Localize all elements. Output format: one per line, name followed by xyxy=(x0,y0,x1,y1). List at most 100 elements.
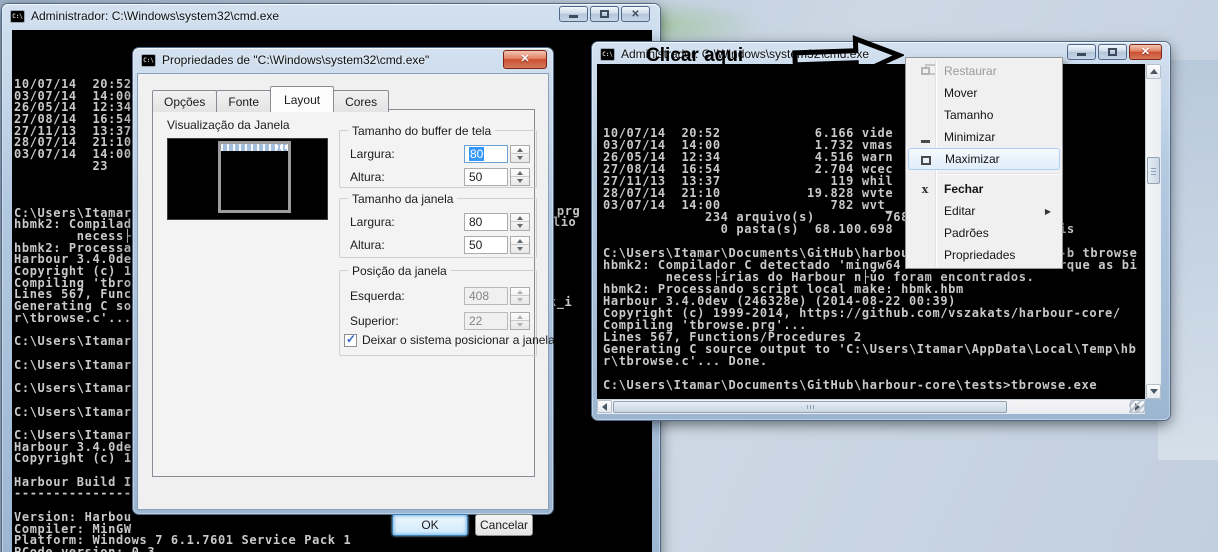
miniature-buttons xyxy=(275,145,287,149)
dialog-title: Propriedades de "C:\Windows\system32\cmd… xyxy=(162,53,430,67)
checkbox-label: Deixar o sistema posicionar a janela xyxy=(362,333,555,347)
dialog-close-button[interactable]: ✕ xyxy=(503,50,547,69)
window-height-input[interactable]: 50 xyxy=(464,236,508,254)
spin-up-icon xyxy=(511,288,529,296)
menu-separator xyxy=(939,173,1058,175)
console-text-fragment: rque as bi xyxy=(1059,258,1138,272)
menu-item-restaurar: Restaurar xyxy=(908,60,1060,82)
minimize-icon xyxy=(1077,53,1086,56)
menu-item-minimizar[interactable]: Minimizar xyxy=(908,126,1060,148)
restore-icon xyxy=(917,60,937,82)
tab-opcoes[interactable]: Opções xyxy=(152,90,218,112)
arrow-down-icon xyxy=(1149,389,1158,394)
window-preview-miniature xyxy=(218,141,291,213)
horizontal-scrollbar-thumb[interactable] xyxy=(613,401,1007,413)
spin-down-icon[interactable] xyxy=(511,222,529,230)
minimize-button[interactable] xyxy=(1067,44,1096,60)
close-icon: ✕ xyxy=(520,53,530,65)
menu-item-padroes[interactable]: Padrões xyxy=(908,222,1060,244)
ok-button[interactable]: OK xyxy=(392,514,468,536)
window-preview xyxy=(167,138,328,220)
group-window-position: Posição da janela Esquerda: 408 Superior… xyxy=(339,264,555,356)
auto-position-checkbox[interactable]: ✓ xyxy=(344,331,357,347)
close-button[interactable]: ✕ xyxy=(621,6,650,22)
tab-fonte[interactable]: Fonte xyxy=(216,90,272,112)
menu-item-mover[interactable]: Mover xyxy=(908,82,1060,104)
properties-dialog: C:\ Propriedades de "C:\Windows\system32… xyxy=(133,48,555,536)
menu-item-propriedades[interactable]: Propriedades xyxy=(908,244,1060,266)
tab-layout[interactable]: Layout xyxy=(270,86,335,112)
minimize-button[interactable] xyxy=(559,6,588,22)
buffer-width-input[interactable]: 80 xyxy=(464,145,508,163)
spin-down-icon xyxy=(511,296,529,304)
maximize-icon xyxy=(1108,48,1117,56)
preview-label: Visualização da Janela xyxy=(167,118,290,132)
close-button[interactable]: ✕ xyxy=(1129,44,1162,60)
menu-item-fechar[interactable]: x Fechar xyxy=(908,178,1060,200)
tab-cores[interactable]: Cores xyxy=(333,90,390,112)
group-title: Tamanho do buffer de tela xyxy=(348,124,496,138)
close-icon: ✕ xyxy=(1140,45,1151,58)
miniature-titlebar xyxy=(221,144,288,151)
resize-grip[interactable] xyxy=(1129,400,1144,413)
annotation-label: Clicar aqui xyxy=(646,45,744,66)
layout-tab-panel: Visualização da Janela Tamanho do buffer… xyxy=(152,109,555,477)
desktop: { "annotation": { "label": "Clicar aqui"… xyxy=(0,0,1218,552)
position-top-input: 22 xyxy=(464,312,508,330)
dialog-tabs: Opções Fonte Layout Cores xyxy=(152,86,390,112)
cmd-icon: C:\ xyxy=(141,53,156,67)
spin-up-icon xyxy=(511,313,529,321)
left-window-title: Administrador: C:\Windows\system32\cmd.e… xyxy=(31,9,280,23)
cmd-window-foreground: C:\ Administrador: C:\Windows\system32\c… xyxy=(592,42,1170,420)
buffer-width-stepper[interactable] xyxy=(510,145,530,163)
spin-up-icon[interactable] xyxy=(511,237,529,245)
dialog-body: Opções Fonte Layout Cores Visualização d… xyxy=(137,73,555,536)
field-label: Superior: xyxy=(350,314,399,328)
vertical-scrollbar-thumb[interactable] xyxy=(1147,157,1160,184)
buffer-height-stepper[interactable] xyxy=(510,168,530,186)
group-title: Tamanho da janela xyxy=(348,192,458,206)
spin-down-icon[interactable] xyxy=(511,177,529,185)
minimize-icon xyxy=(569,15,578,18)
cancel-button[interactable]: Cancelar xyxy=(475,514,533,536)
right-window-caption-buttons: ✕ xyxy=(1067,44,1162,60)
spin-up-icon[interactable] xyxy=(511,169,529,177)
maximize-icon xyxy=(918,149,934,171)
menu-item-maximizar[interactable]: Maximizar xyxy=(908,148,1060,170)
window-width-stepper[interactable] xyxy=(510,213,530,231)
menu-item-tamanho[interactable]: Tamanho xyxy=(908,104,1060,126)
vertical-scrollbar[interactable] xyxy=(1145,64,1161,399)
maximize-button[interactable] xyxy=(590,6,619,22)
position-top-stepper xyxy=(510,312,530,330)
close-icon: x xyxy=(921,182,929,196)
maximize-icon xyxy=(600,10,609,18)
window-height-stepper[interactable] xyxy=(510,236,530,254)
field-label: Largura: xyxy=(350,147,395,161)
arrow-up-icon xyxy=(1149,69,1158,74)
maximize-button[interactable] xyxy=(1098,44,1127,60)
submenu-arrow-icon: ▶ xyxy=(1044,206,1051,216)
spin-down-icon[interactable] xyxy=(511,245,529,253)
group-title: Posição da janela xyxy=(348,264,451,278)
menu-item-editar[interactable]: Editar ▶ xyxy=(908,200,1060,222)
field-label: Altura: xyxy=(350,170,385,184)
check-icon: ✓ xyxy=(346,331,357,346)
dialog-titlebar[interactable]: C:\ Propriedades de "C:\Windows\system32… xyxy=(133,48,553,72)
scroll-left-button[interactable] xyxy=(597,400,612,413)
window-width-input[interactable]: 80 xyxy=(464,213,508,231)
buffer-height-input[interactable]: 50 xyxy=(464,168,508,186)
arrow-left-icon xyxy=(602,402,607,411)
spin-down-icon[interactable] xyxy=(511,154,529,162)
arrow-annotation xyxy=(792,35,905,79)
field-value: 80 xyxy=(469,147,485,161)
scroll-down-button[interactable] xyxy=(1146,384,1161,399)
horizontal-scrollbar[interactable] xyxy=(597,399,1145,414)
group-window-size: Tamanho da janela Largura: 80 Altura: 50 xyxy=(339,192,537,258)
group-buffer-size: Tamanho do buffer de tela Largura: 80 Al… xyxy=(339,124,537,188)
field-label: Largura: xyxy=(350,215,395,229)
scroll-up-button[interactable] xyxy=(1146,64,1161,79)
position-left-stepper xyxy=(510,287,530,305)
spin-down-icon xyxy=(511,321,529,329)
spin-up-icon[interactable] xyxy=(511,214,529,222)
spin-up-icon[interactable] xyxy=(511,146,529,154)
